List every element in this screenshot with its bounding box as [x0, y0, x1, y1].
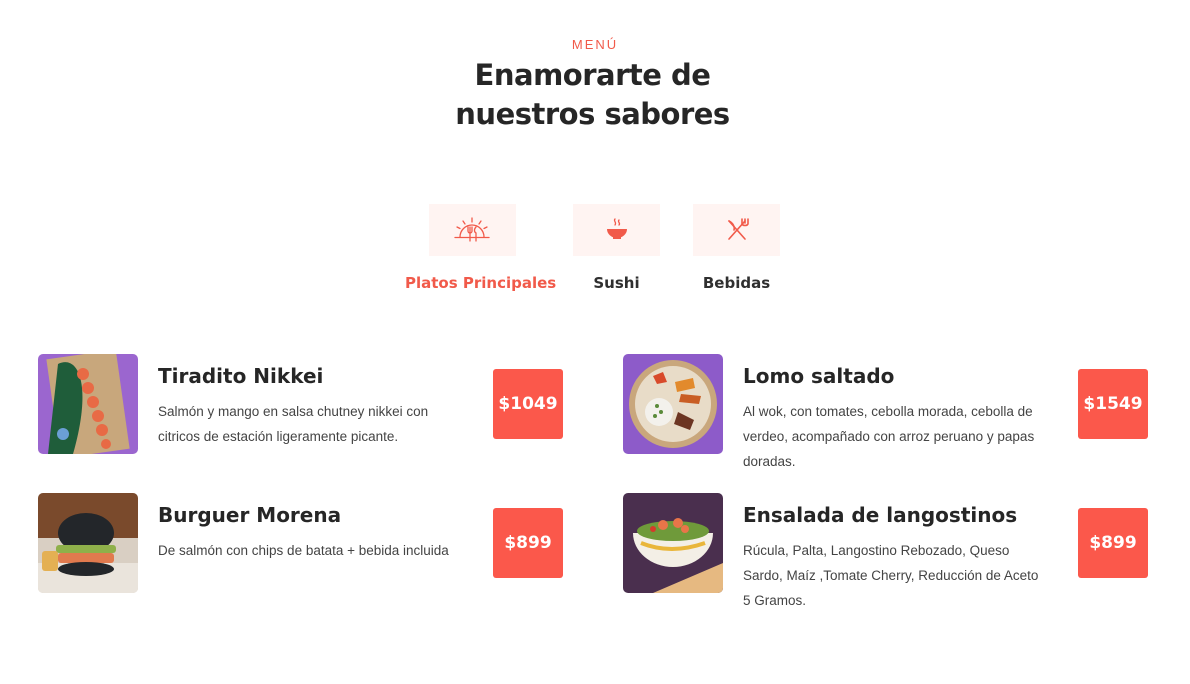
price-badge: $899 [493, 508, 563, 578]
menu-item[interactable]: Ensalada de langostinos Rúcula, Palta, L… [623, 493, 1148, 608]
dish-name: Ensalada de langostinos [743, 503, 1018, 527]
dish-name: Lomo saltado [743, 364, 895, 388]
tab-label: Platos Principales [405, 274, 557, 292]
crossed-utensils-icon [727, 218, 749, 240]
price-badge: $1049 [493, 369, 563, 439]
tab-label: Sushi [593, 274, 640, 292]
tab-icon-box [428, 204, 516, 256]
tab-icon-box [573, 204, 660, 256]
dish-image [38, 493, 138, 593]
tab-icon-box [693, 204, 780, 256]
plate-cutlery-icon [454, 217, 490, 242]
dish-image [623, 354, 723, 454]
dish-description: De salmón con chips de batata + bebida i… [158, 543, 449, 558]
section-eyebrow: MENÚ [571, 37, 619, 52]
dish-name: Burguer Morena [158, 503, 342, 527]
title-line-1: Enamorarte de [474, 58, 711, 92]
tab-label: Bebidas [702, 274, 771, 292]
tab-bebidas[interactable]: Bebidas [693, 204, 780, 292]
bowl-icon [606, 218, 627, 239]
dish-image [38, 354, 138, 454]
dish-image [623, 493, 723, 593]
dish-description: Al wok, con tomates, cebolla morada, ceb… [743, 404, 1035, 469]
dish-description: Salmón y mango en salsa chutney nikkei c… [158, 404, 429, 444]
page-title: Enamorarte de nuestros sabores [0, 56, 1185, 134]
dish-description: Rúcula, Palta, Langostino Rebozado, Ques… [743, 543, 1039, 608]
price-badge: $1549 [1078, 369, 1148, 439]
menu-item[interactable]: Lomo saltado Al wok, con tomates, ceboll… [623, 354, 1148, 469]
title-line-2: nuestros sabores [455, 97, 730, 131]
tab-sushi[interactable]: Sushi [573, 204, 660, 292]
menu-item[interactable]: Burguer Morena De salmón con chips de ba… [38, 493, 563, 603]
price-badge: $899 [1078, 508, 1148, 578]
tab-platos-principales[interactable]: Platos Principales [405, 204, 557, 292]
menu-item[interactable]: Tiradito Nikkei Salmón y mango en salsa … [38, 354, 563, 464]
dish-name: Tiradito Nikkei [158, 364, 324, 388]
